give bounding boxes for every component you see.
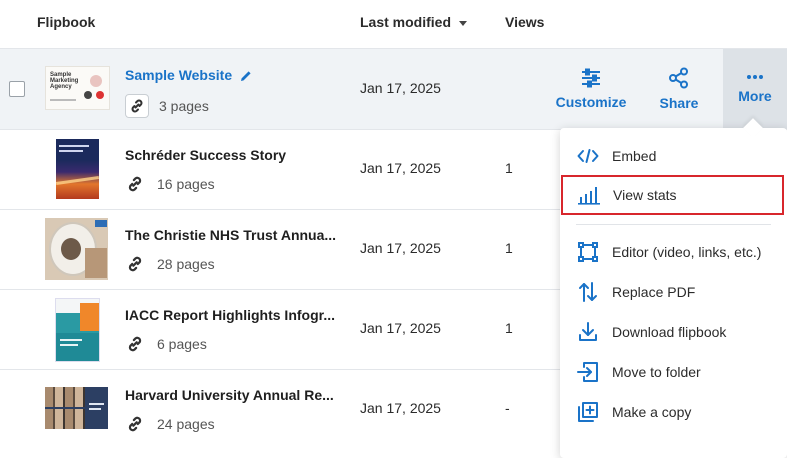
flipbook-title[interactable]: The Christie NHS Trust Annua... bbox=[125, 227, 336, 243]
flipbook-title[interactable]: Sample Website bbox=[125, 67, 252, 85]
flipbook-title-text[interactable]: Sample Website bbox=[125, 67, 232, 83]
menu-item-label: Replace PDF bbox=[612, 284, 696, 300]
ellipsis-icon bbox=[747, 75, 763, 79]
more-button[interactable]: More bbox=[723, 49, 787, 129]
column-flipbook[interactable]: Flipbook bbox=[37, 14, 95, 30]
customize-label: Customize bbox=[555, 94, 627, 110]
share-icon bbox=[669, 67, 688, 89]
page-count-text: 24 pages bbox=[157, 416, 215, 432]
link-icon[interactable] bbox=[125, 254, 145, 274]
download-icon bbox=[576, 320, 600, 344]
link-icon[interactable] bbox=[125, 94, 149, 118]
page-count-text: 16 pages bbox=[157, 176, 215, 192]
link-icon[interactable] bbox=[125, 334, 145, 354]
flipbook-thumbnail[interactable] bbox=[56, 139, 99, 199]
view-count: 1 bbox=[505, 240, 513, 256]
last-modified-date: Jan 17, 2025 bbox=[360, 80, 441, 96]
last-modified-date: Jan 17, 2025 bbox=[360, 320, 441, 336]
view-count: 1 bbox=[505, 160, 513, 176]
column-last-modified-label: Last modified bbox=[360, 14, 452, 30]
page-count-text: 6 pages bbox=[157, 336, 207, 352]
menu-item-label: Move to folder bbox=[612, 364, 701, 380]
last-modified-date: Jan 17, 2025 bbox=[360, 160, 441, 176]
menu-divider bbox=[576, 224, 771, 225]
menu-item-label: Editor (video, links, etc.) bbox=[612, 244, 762, 260]
code-icon bbox=[576, 144, 600, 168]
bar-chart-icon bbox=[577, 183, 601, 207]
view-count: - bbox=[505, 400, 510, 416]
table-row[interactable]: Sample Marketing Agency Sample Website 3… bbox=[0, 49, 787, 130]
editor-icon bbox=[576, 240, 600, 264]
last-modified-date: Jan 17, 2025 bbox=[360, 400, 441, 416]
more-menu: Embed View stats Editor (video, links, e… bbox=[560, 118, 787, 458]
caret-down-icon bbox=[459, 20, 468, 26]
flipbook-thumbnail[interactable]: Sample Marketing Agency bbox=[45, 66, 110, 110]
flipbook-title[interactable]: Harvard University Annual Re... bbox=[125, 387, 334, 403]
table-header: Flipbook Last modified Views bbox=[0, 0, 787, 49]
menu-item-label: View stats bbox=[613, 187, 677, 203]
menu-item-replace-pdf[interactable]: Replace PDF bbox=[560, 272, 787, 312]
column-last-modified[interactable]: Last modified bbox=[360, 14, 468, 30]
last-modified-date: Jan 17, 2025 bbox=[360, 240, 441, 256]
page-count: 24 pages bbox=[125, 414, 215, 434]
customize-button[interactable]: Customize bbox=[550, 49, 632, 129]
menu-item-view-stats[interactable]: View stats bbox=[561, 175, 784, 215]
copy-icon bbox=[576, 400, 600, 424]
menu-item-editor[interactable]: Editor (video, links, etc.) bbox=[560, 232, 787, 272]
flipbook-title[interactable]: IACC Report Highlights Infogr... bbox=[125, 307, 335, 323]
column-views[interactable]: Views bbox=[505, 14, 544, 30]
flipbook-thumbnail[interactable] bbox=[55, 298, 100, 362]
menu-item-label: Embed bbox=[612, 148, 657, 164]
page-count: 28 pages bbox=[125, 254, 215, 274]
move-icon bbox=[576, 360, 600, 384]
row-checkbox[interactable] bbox=[9, 81, 25, 97]
menu-item-download[interactable]: Download flipbook bbox=[560, 312, 787, 352]
page-count: 3 pages bbox=[125, 94, 209, 118]
menu-item-label: Make a copy bbox=[612, 404, 692, 420]
page-count: 16 pages bbox=[125, 174, 215, 194]
menu-item-make-copy[interactable]: Make a copy bbox=[560, 392, 787, 432]
share-button[interactable]: Share bbox=[650, 49, 708, 129]
page-count-text: 3 pages bbox=[159, 98, 209, 114]
link-icon[interactable] bbox=[125, 174, 145, 194]
pencil-icon[interactable] bbox=[240, 69, 252, 85]
more-label: More bbox=[738, 88, 772, 104]
menu-item-label: Download flipbook bbox=[612, 324, 727, 340]
sliders-icon bbox=[582, 68, 600, 88]
flipbook-title[interactable]: Schréder Success Story bbox=[125, 147, 286, 163]
flipbook-thumbnail[interactable] bbox=[45, 387, 108, 429]
swap-icon bbox=[576, 280, 600, 304]
flipbook-thumbnail[interactable] bbox=[45, 218, 108, 280]
thumbnail-caption: Sample Marketing Agency bbox=[50, 72, 79, 90]
view-count: 1 bbox=[505, 320, 513, 336]
page-count: 6 pages bbox=[125, 334, 207, 354]
share-label: Share bbox=[659, 95, 699, 111]
menu-item-move-to-folder[interactable]: Move to folder bbox=[560, 352, 787, 392]
link-icon[interactable] bbox=[125, 414, 145, 434]
menu-item-embed[interactable]: Embed bbox=[560, 136, 787, 176]
page-count-text: 28 pages bbox=[157, 256, 215, 272]
